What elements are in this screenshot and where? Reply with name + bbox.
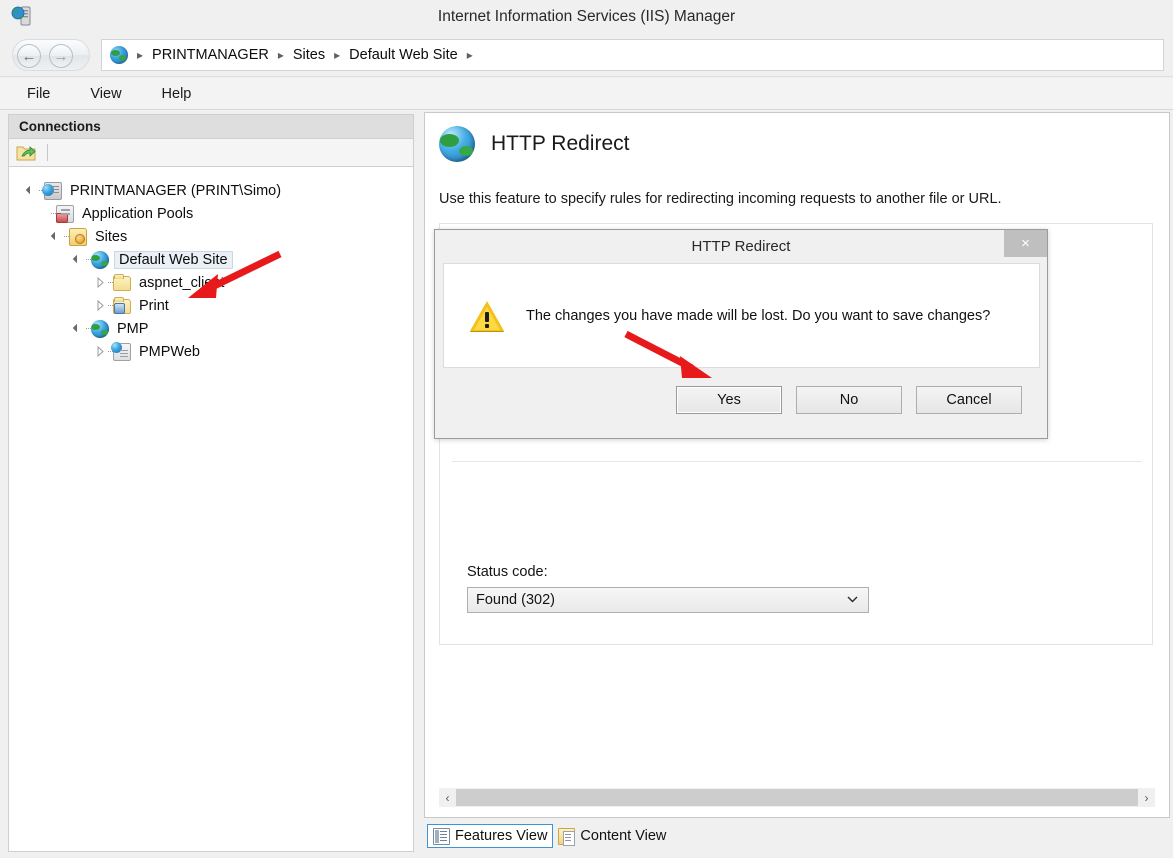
- tree-item-label: Default Web Site: [114, 250, 233, 269]
- feature-description: Use this feature to specify rules for re…: [439, 191, 1002, 207]
- tree-item-pmpweb[interactable]: PMPWeb: [9, 340, 413, 363]
- breadcrumb-item-sites[interactable]: Sites: [293, 47, 325, 63]
- application-folder-icon: [113, 297, 131, 314]
- page-title: HTTP Redirect: [491, 132, 630, 155]
- chevron-down-icon[interactable]: [847, 595, 858, 606]
- expander-closed-icon[interactable]: [94, 294, 107, 317]
- tree-item-label: Sites: [95, 228, 128, 245]
- connect-to-server-icon[interactable]: [16, 143, 36, 162]
- sites-folder-icon: [69, 227, 87, 246]
- globe-icon: [110, 46, 128, 64]
- expander-closed-icon[interactable]: [94, 271, 107, 294]
- http-redirect-confirm-dialog: HTTP Redirect × The changes you have mad…: [434, 229, 1048, 439]
- breadcrumb-item-server[interactable]: PRINTMANAGER: [152, 47, 269, 63]
- connections-header: Connections: [9, 115, 413, 139]
- tab-label: Features View: [455, 828, 548, 844]
- breadcrumb-separator: ▸: [466, 48, 473, 62]
- dialog-body: The changes you have made will be lost. …: [443, 263, 1040, 368]
- dialog-footer: Yes No Cancel: [443, 369, 1040, 431]
- http-redirect-icon: [439, 126, 475, 162]
- tree-item-label: aspnet_client: [139, 274, 225, 291]
- tree-item-printmanager[interactable]: PRINTMANAGER (PRINT\Simo): [9, 179, 413, 202]
- tree-item-label: Print: [139, 297, 169, 314]
- tree-item-default-web-site[interactable]: Default Web Site: [9, 248, 413, 271]
- scroll-left-arrow-icon[interactable]: ‹: [439, 788, 456, 807]
- dialog-message: The changes you have made will be lost. …: [526, 307, 991, 324]
- breadcrumb[interactable]: ▸ PRINTMANAGER ▸ Sites ▸ Default Web Sit…: [101, 39, 1164, 71]
- dialog-title-bar: HTTP Redirect ×: [435, 230, 1047, 263]
- breadcrumb-separator: ▸: [334, 48, 341, 62]
- nav-buttons-group: ← →: [12, 39, 90, 71]
- status-code-label: Status code:: [467, 564, 548, 580]
- view-tabs: Features View Content View: [427, 823, 671, 849]
- menu-bar: File View Help: [0, 78, 1173, 110]
- expander-open-icon[interactable]: [72, 248, 85, 271]
- breadcrumb-separator: ▸: [137, 48, 144, 62]
- close-icon[interactable]: ×: [1004, 230, 1047, 257]
- forward-arrow-icon[interactable]: →: [49, 44, 73, 68]
- title-bar: Internet Information Services (IIS) Mana…: [0, 0, 1173, 33]
- status-code-select[interactable]: Found (302): [467, 587, 869, 613]
- tree-item-application-pools[interactable]: Application Pools: [9, 202, 413, 225]
- navigation-bar: ← → ▸ PRINTMANAGER ▸ Sites ▸ Default Web…: [0, 33, 1173, 77]
- website-icon: [91, 250, 109, 269]
- tree-item-label: Application Pools: [82, 205, 194, 222]
- window-title: Internet Information Services (IIS) Mana…: [437, 8, 736, 25]
- back-arrow-icon[interactable]: ←: [17, 44, 41, 68]
- tree-item-sites[interactable]: Sites: [9, 225, 413, 248]
- yes-button[interactable]: Yes: [676, 386, 782, 414]
- folder-icon: [113, 274, 131, 291]
- feature-header: HTTP Redirect: [439, 126, 629, 162]
- app-pools-icon: [56, 204, 74, 223]
- feature-content-panel: HTTP Redirect Use this feature to specif…: [424, 112, 1170, 818]
- menu-item-view[interactable]: View: [85, 83, 126, 105]
- tree-item-pmp[interactable]: PMP: [9, 317, 413, 340]
- menu-item-help[interactable]: Help: [157, 83, 197, 105]
- group-divider: [452, 461, 1142, 462]
- content-view-icon: [558, 827, 576, 846]
- scroll-right-arrow-icon[interactable]: ›: [1138, 788, 1155, 807]
- tree-item-label: PMPWeb: [139, 343, 200, 360]
- iis-manager-window: Internet Information Services (IIS) Mana…: [0, 0, 1173, 858]
- toolbar-separator: [47, 144, 48, 161]
- connections-tree[interactable]: PRINTMANAGER (PRINT\Simo) Application Po…: [9, 168, 413, 851]
- website-icon: [91, 319, 109, 338]
- expander-closed-icon[interactable]: [94, 340, 107, 363]
- warning-triangle-icon: [470, 300, 504, 331]
- application-icon: [111, 341, 131, 361]
- no-button[interactable]: No: [796, 386, 902, 414]
- connections-panel: Connections PRINTMANAGER (PRINT\Simo) Ap…: [8, 114, 414, 852]
- dialog-title: HTTP Redirect: [691, 238, 791, 255]
- tree-item-print[interactable]: Print: [9, 294, 413, 317]
- expander-open-icon[interactable]: [50, 225, 63, 248]
- features-view-icon: [433, 827, 450, 845]
- tab-label: Content View: [580, 828, 667, 844]
- tab-features-view[interactable]: Features View: [427, 824, 554, 848]
- expander-open-icon[interactable]: [72, 317, 85, 340]
- status-code-value: Found (302): [476, 592, 555, 608]
- server-icon: [42, 181, 62, 200]
- tab-content-view[interactable]: Content View: [553, 824, 671, 848]
- menu-item-file[interactable]: File: [22, 83, 55, 105]
- expander-open-icon[interactable]: [25, 179, 38, 202]
- cancel-button[interactable]: Cancel: [916, 386, 1022, 414]
- breadcrumb-item-default-web-site[interactable]: Default Web Site: [349, 47, 458, 63]
- tree-item-label: PRINTMANAGER (PRINT\Simo): [70, 182, 282, 199]
- horizontal-scrollbar[interactable]: ‹ ›: [439, 788, 1155, 807]
- tree-item-aspnet-client[interactable]: aspnet_client: [9, 271, 413, 294]
- tree-item-label: PMP: [117, 320, 149, 337]
- breadcrumb-separator: ▸: [277, 48, 284, 62]
- scrollbar-thumb[interactable]: [456, 789, 1138, 806]
- connections-toolbar: [9, 139, 413, 167]
